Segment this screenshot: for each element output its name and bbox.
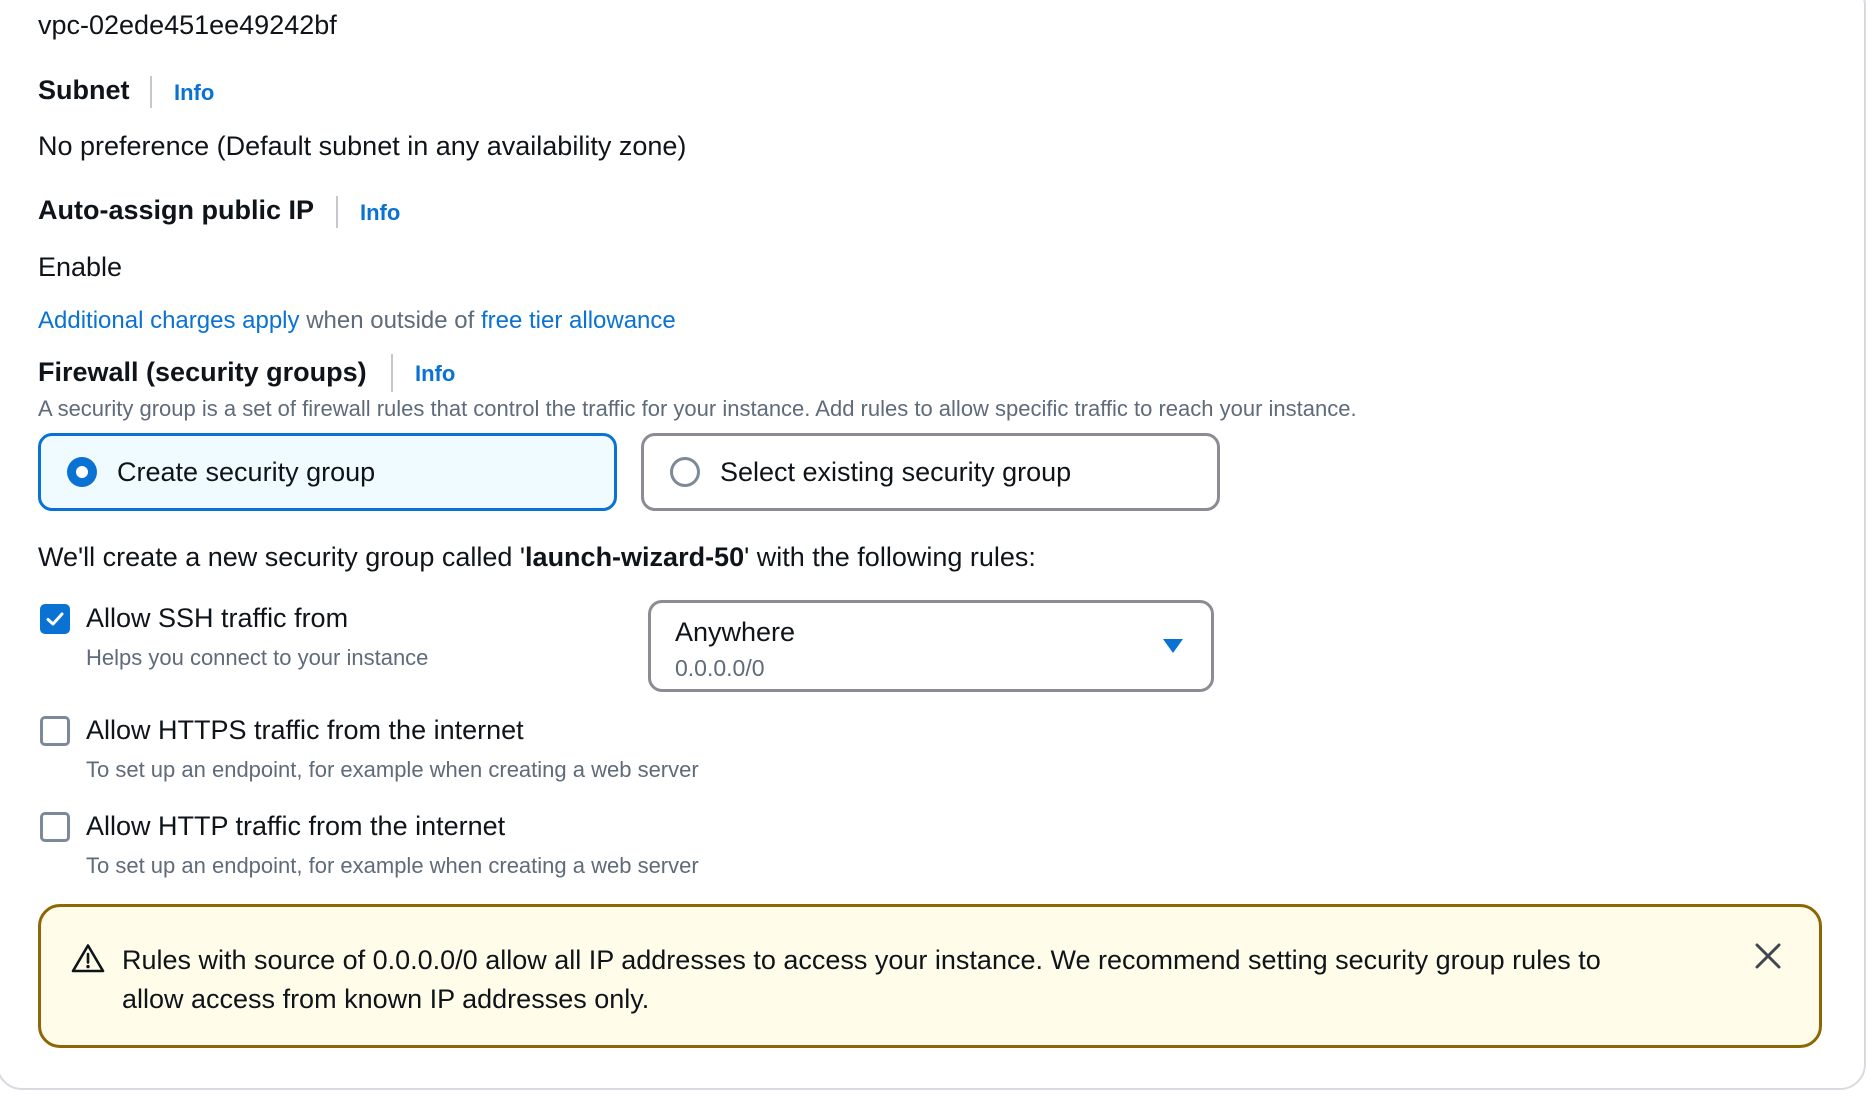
warning-message-line1: Rules with source of 0.0.0.0/0 allow all… [122,945,1601,975]
firewall-description: A security group is a set of firewall ru… [38,396,1357,421]
allow-https-description: To set up an endpoint, for example when … [86,757,699,782]
auto-assign-ip-divider [336,196,338,228]
new-group-suffix: ' with the following rules: [744,542,1036,572]
select-existing-security-group-label: Select existing security group [720,456,1072,487]
close-icon[interactable] [1753,941,1783,971]
additional-charges-link[interactable]: Additional charges apply [38,307,300,334]
radio-selected-icon[interactable] [67,457,97,487]
new-group-name: launch-wizard-50 [525,542,745,572]
allow-https-label: Allow HTTPS traffic from the internet [86,715,524,745]
radio-unselected-icon[interactable] [670,457,700,487]
new-group-prefix: We'll create a new security group called… [38,542,526,572]
charges-note-text: when outside of [306,307,475,334]
auto-assign-ip-label: Auto-assign public IP [38,195,315,225]
allow-ssh-checkbox[interactable] [40,604,70,634]
allow-ssh-description: Helps you connect to your instance [86,645,429,670]
charges-note: Additional charges apply when outside of… [38,307,676,335]
allow-https-checkbox[interactable] [40,716,70,746]
check-icon [46,612,64,626]
ssh-source-select[interactable]: Anywhere 0.0.0.0/0 [648,600,1214,692]
ssh-source-detail: 0.0.0.0/0 [675,655,765,681]
allow-http-checkbox[interactable] [40,812,70,842]
subnet-divider [150,76,152,108]
auto-assign-ip-info-link[interactable]: Info [360,200,400,226]
subnet-label: Subnet [38,75,130,105]
firewall-info-link[interactable]: Info [415,361,455,387]
allow-http-label: Allow HTTP traffic from the internet [86,811,506,841]
create-security-group-option[interactable]: Create security group [38,433,617,511]
free-tier-link[interactable]: free tier allowance [481,307,676,334]
vpc-value: vpc-02ede451ee49242bf [38,10,337,40]
create-security-group-label: Create security group [117,456,376,487]
ssh-source-selected: Anywhere [675,617,796,647]
subnet-info-link[interactable]: Info [174,80,214,106]
firewall-label: Firewall (security groups) [38,357,367,387]
auto-assign-ip-value: Enable [38,252,123,282]
allow-http-description: To set up an endpoint, for example when … [86,853,699,878]
warning-message-line2: allow access from known IP addresses onl… [122,984,650,1014]
allow-ssh-label: Allow SSH traffic from [86,603,349,633]
warning-icon [71,944,105,973]
firewall-divider [391,354,393,392]
subnet-value: No preference (Default subnet in any ava… [38,131,687,161]
caret-down-icon [1163,639,1183,653]
select-existing-security-group-option[interactable]: Select existing security group [641,433,1220,511]
new-security-group-sentence: We'll create a new security group called… [38,542,1036,573]
warning-alert: Rules with source of 0.0.0.0/0 allow all… [38,904,1822,1048]
